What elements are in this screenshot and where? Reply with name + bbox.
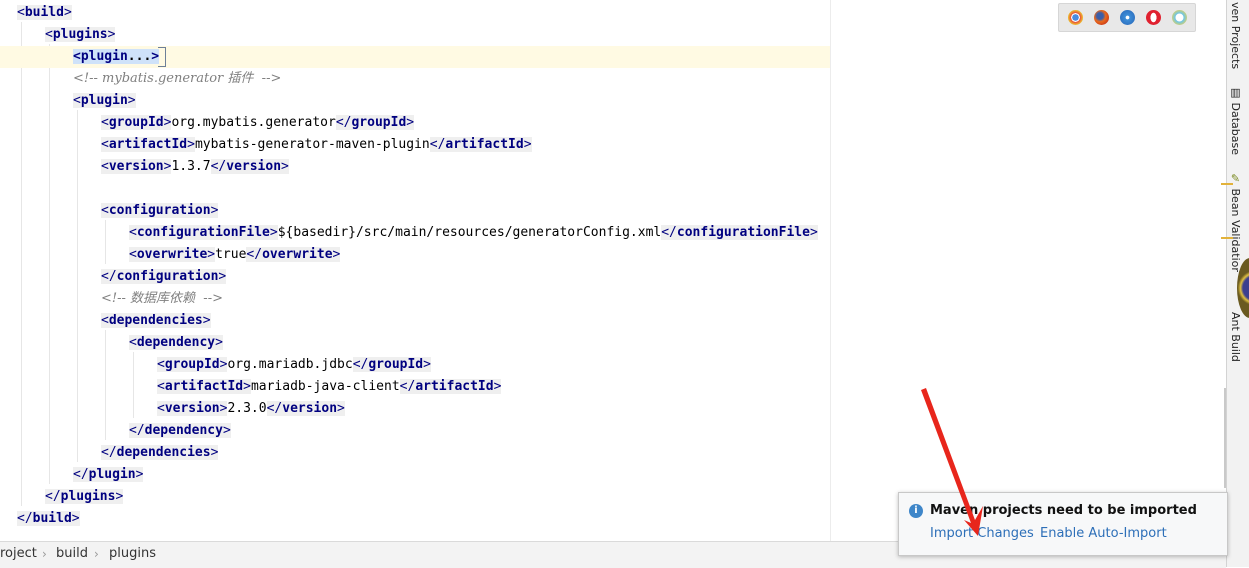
red-arrow-icon [921, 388, 983, 536]
annotation-overlay [921, 388, 983, 536]
